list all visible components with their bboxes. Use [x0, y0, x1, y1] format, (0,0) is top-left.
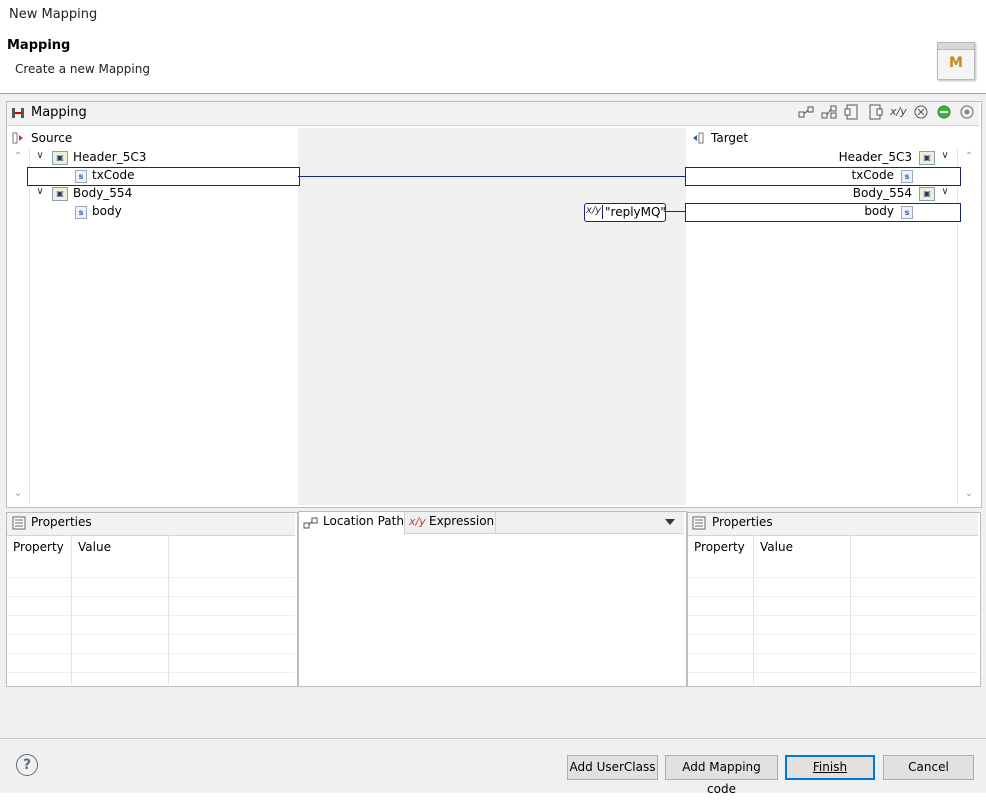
grid-divider	[168, 535, 169, 684]
property-column-header[interactable]: Property	[13, 540, 64, 554]
chevron-down-icon[interactable]: ∨	[34, 186, 46, 197]
target-header: Target	[711, 131, 749, 145]
chevron-down-icon[interactable]: ∨	[939, 186, 951, 197]
scroll-up-icon[interactable]: ⌃	[7, 151, 29, 162]
mapping-connection-line[interactable]	[298, 176, 686, 177]
scroll-down-icon[interactable]: ⌄	[958, 488, 980, 499]
source-properties-title: Properties	[31, 515, 92, 529]
source-node-txcode-row[interactable]	[27, 167, 300, 186]
chevron-down-icon[interactable]: ∨	[34, 150, 46, 161]
source-properties-panel	[6, 512, 298, 687]
window-title: New Mapping	[9, 7, 98, 22]
center-tab-panel	[298, 511, 687, 687]
grid-row-line	[688, 672, 978, 673]
link-multi-icon[interactable]	[821, 104, 837, 120]
tab-menu-dropdown-icon[interactable]	[664, 516, 676, 528]
source-scrollbar[interactable]: ⌃ ⌄	[7, 148, 30, 505]
chevron-down-icon[interactable]: ∨	[939, 150, 951, 161]
mapping-canvas[interactable]	[298, 128, 686, 505]
source-node-txcode[interactable]: txCode	[92, 166, 135, 184]
string-type-icon: s	[901, 206, 913, 219]
scroll-down-icon[interactable]: ⌄	[7, 488, 29, 499]
source-node-body[interactable]: body	[92, 202, 122, 220]
mapping-icon	[11, 106, 25, 120]
source-icon	[11, 128, 25, 148]
settings-icon[interactable]	[959, 104, 975, 120]
group-node-icon: ▣	[52, 151, 68, 165]
grid-row-line	[688, 596, 978, 597]
properties-icon	[692, 516, 706, 530]
target-icon	[691, 128, 705, 148]
expression-tab-icon: x/y	[409, 515, 426, 528]
target-properties-title: Properties	[712, 515, 773, 529]
grid-row-line	[7, 596, 295, 597]
string-type-icon: s	[75, 170, 87, 183]
string-type-icon: s	[75, 206, 87, 219]
grid-divider	[753, 535, 754, 684]
expand-icon[interactable]	[844, 104, 860, 120]
scroll-up-icon[interactable]: ⌃	[958, 151, 980, 162]
tab-location-path-label[interactable]: Location Path	[323, 514, 404, 528]
wizard-banner-letter: M	[949, 55, 963, 71]
expression-icon[interactable]: x/y	[890, 104, 907, 120]
target-scrollbar[interactable]: ⌃ ⌄	[957, 148, 980, 505]
wizard-banner-icon: M	[937, 42, 975, 80]
cancel-button[interactable]: Cancel	[883, 755, 974, 780]
expression-node-label: "replyMQ"	[605, 205, 666, 219]
group-node-icon: ▣	[52, 187, 68, 201]
target-node-body-group[interactable]: Body_554	[686, 184, 912, 202]
collapse-icon[interactable]	[867, 104, 883, 120]
finish-button[interactable]: Finish	[785, 755, 875, 780]
group-node-icon: ▣	[919, 187, 935, 201]
source-node-header[interactable]: Header_5C3	[73, 148, 146, 166]
expression-connection-line[interactable]	[664, 211, 686, 212]
target-node-header[interactable]: Header_5C3	[686, 148, 912, 166]
grid-row-line	[7, 634, 295, 635]
target-properties-panel	[687, 512, 981, 687]
add-mapping-code-button[interactable]: Add Mapping code	[665, 755, 778, 796]
footer-divider	[0, 738, 986, 739]
location-path-icon	[303, 516, 319, 530]
page-description: Create a new Mapping	[15, 62, 150, 76]
green-dot-icon[interactable]	[936, 104, 952, 120]
property-column-header[interactable]: Property	[694, 540, 745, 554]
source-tree	[30, 148, 298, 505]
value-column-header[interactable]: Value	[760, 540, 793, 554]
group-node-icon: ▣	[919, 151, 935, 165]
page-title: Mapping	[7, 38, 71, 53]
grid-row-line	[688, 615, 978, 616]
grid-divider	[850, 535, 851, 684]
grid-row-line	[7, 615, 295, 616]
add-userclass-button[interactable]: Add UserClass	[567, 755, 658, 780]
grid-row-line	[7, 672, 295, 673]
grid-row-line	[688, 577, 978, 578]
mapping-panel-title: Mapping	[31, 105, 87, 120]
grid-row-line	[7, 653, 295, 654]
source-header: Source	[31, 131, 73, 145]
source-node-body-group[interactable]: Body_554	[73, 184, 132, 202]
expression-function-icon: x/y	[586, 205, 603, 219]
clear-icon[interactable]	[913, 104, 929, 120]
tab-expression-label[interactable]: Expression	[429, 514, 494, 528]
value-column-header[interactable]: Value	[78, 540, 111, 554]
properties-icon	[12, 516, 26, 530]
help-button[interactable]: ?	[16, 754, 38, 776]
grid-row-line	[688, 653, 978, 654]
string-type-icon: s	[901, 170, 913, 183]
target-node-body[interactable]: body	[686, 202, 894, 220]
grid-row-line	[7, 577, 295, 578]
grid-divider	[71, 535, 72, 684]
target-node-txcode[interactable]: txCode	[686, 166, 894, 184]
link-icon[interactable]	[798, 104, 814, 120]
grid-row-line	[688, 634, 978, 635]
